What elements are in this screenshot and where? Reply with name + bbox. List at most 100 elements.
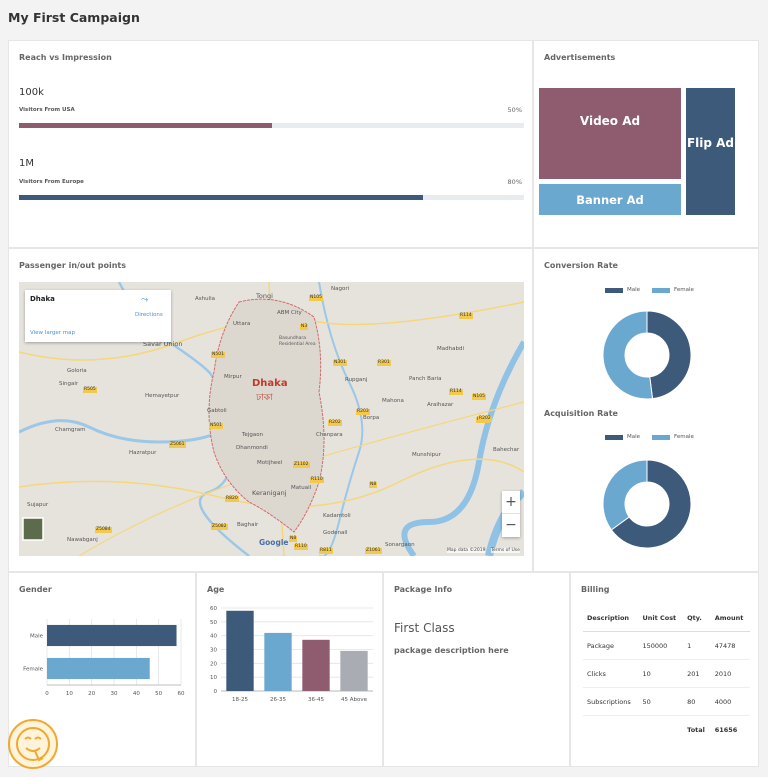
y-tick-label: 40 [210,634,217,640]
billing-header-row: Description Unit Cost Qty. Amount [583,605,750,632]
map-road-label: N501 [211,352,225,358]
map-road-label: R202 [478,416,492,422]
bar-age-4[interactable] [340,650,368,691]
reach-usa-progress [19,123,524,128]
x-tick-label: 0 [45,691,49,697]
legend-swatch-male [605,434,623,440]
map-place-label: Keraniganj [252,489,287,497]
legend-label-male: Male [627,434,641,440]
table-row: Clicks 10 201 2010 [583,659,750,688]
legend-label-male: Male [627,287,641,293]
map-road-label: Z5084 [95,527,112,533]
map-road-label: R110 [310,477,324,483]
map-road-label: N8 [289,536,298,542]
reach-usa-value: 100k [19,87,44,98]
page-title: My First Campaign [8,10,140,25]
bar-male[interactable] [47,624,177,647]
table-cell: Subscriptions [583,687,639,716]
map-road-label: N3 [300,324,309,330]
map-place-label: Madhabdi [437,346,464,352]
map-place-label: Motijheel [257,460,283,466]
video-ad-tile[interactable]: Video Ad [539,88,681,179]
zoom-in-button[interactable]: + [502,491,520,514]
map-road-label: Z1102 [293,462,310,468]
map-place-label: Dhanmondi [236,445,268,451]
bar-age-1[interactable] [226,610,254,691]
reach-title: Reach vs Impression [19,53,112,62]
map-place-label: Singair [59,381,79,387]
billing-panel: Billing Description Unit Cost Qty. Amoun… [570,572,759,767]
emoji-face-glyph [16,727,50,762]
map-place-label: Nawabganj [67,537,98,543]
y-tick-label: 0 [214,689,218,695]
map-zoom-controls: + − [502,491,520,537]
y-tick-label: 20 [210,661,217,667]
bar-age-3[interactable] [302,639,330,691]
table-cell [638,716,683,744]
map-road-label: Z1061 [365,548,382,554]
map-place-label: Basundhara Residential Area [279,336,316,347]
reach-europe-value: 1M [19,158,34,169]
ads-title: Advertisements [544,53,616,62]
directions-icon[interactable]: ⤳ [141,295,148,305]
view-larger-map-link[interactable]: View larger map [30,330,75,336]
table-cell: Package [583,631,639,660]
reach-usa-percent: 50% [507,106,522,114]
reach-europe-progress [19,195,524,200]
map-road-label: R114 [449,389,463,395]
map-place-label: Ashulia [195,296,216,302]
x-tick-label: 30 [111,691,118,697]
google-logo: Google [259,538,289,547]
x-tick-label: 60 [178,691,185,697]
map-road-label: R820 [225,496,239,502]
flip-ad-tile[interactable]: Flip Ad [686,88,735,215]
map-road-label: R301 [377,360,391,366]
map-place-label: Rupganj [345,377,368,383]
donut-slice-female[interactable] [602,459,648,531]
x-tick-label: 40 [133,691,140,697]
age-panel: Age 0 10 20 30 40 50 60 18-25 26-35 36-45 45 Above [196,572,383,767]
map-place-label: Chanpara [316,432,343,438]
bar-female[interactable] [47,657,150,680]
legend-swatch-female [652,434,671,440]
package-title: Package Info [394,585,453,594]
map-terms-link[interactable]: Terms of Use [491,548,520,553]
table-cell: 47478 [710,631,750,660]
map-place-label: Matuail [291,485,312,491]
map-place-label: Sonargaon [385,542,415,548]
map-road-label: R202 [328,420,342,426]
map-place-label: Hemayetpur [145,393,180,399]
map-place-label: Araihazar [427,402,454,408]
zoom-out-button[interactable]: − [502,514,520,537]
map-place-label: Baghair [237,522,259,528]
table-row: Package 150000 1 47478 [583,631,750,660]
table-cell: 80 [683,687,711,716]
bar-age-2[interactable] [264,632,292,691]
map-road-label: R110 [294,544,308,550]
donut-slice-female[interactable] [602,310,654,400]
billing-header-cell: Amount [710,605,750,632]
map-road-label: Z5082 [211,524,228,530]
map-place-name: Dhaka [30,295,55,303]
donut-slice-male[interactable] [646,310,692,400]
map-place-label: Nagori [331,286,350,292]
legend-label-female: Female [674,434,694,440]
map-road-label: R203 [356,409,370,415]
map-road-label: R114 [459,313,473,319]
reach-europe-percent: 80% [507,178,522,186]
banner-ad-tile[interactable]: Banner Ad [539,184,681,215]
map-place-label: Tejgaon [242,432,264,438]
map-place-label: Chamgram [55,427,86,433]
table-row: Subscriptions 50 80 4000 [583,687,750,716]
directions-link[interactable]: Directions [135,312,163,318]
emoji-face-icon[interactable] [8,719,58,769]
map-place-label: Uttara [233,321,251,327]
map-data-credit: Map data ©2019 [447,548,486,553]
y-tick-label: 50 [210,620,217,626]
map-view[interactable]: Ashulia Tongi ABM City Nagori Savar Unio… [19,282,524,556]
billing-title: Billing [581,585,610,594]
conversion-legend: Male Female [605,287,694,293]
x-category-label: 26-35 [270,697,286,703]
map-road-label: N105 [309,295,323,301]
map-road-label: N301 [333,360,347,366]
